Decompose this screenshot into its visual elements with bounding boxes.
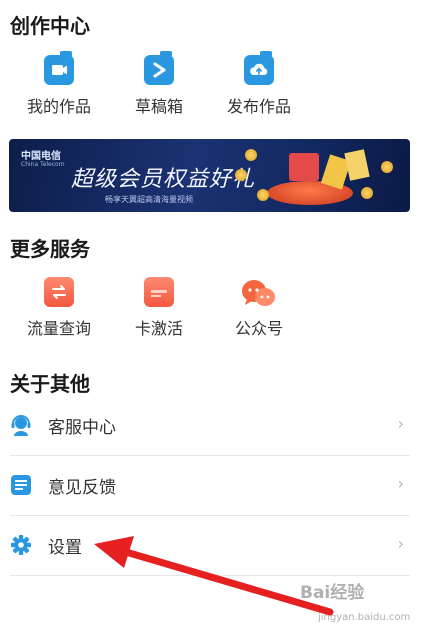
feedback-row[interactable]: 意见反馈 › [10,455,410,516]
my-works-button[interactable]: 我的作品 [9,51,109,117]
my-works-label: 我的作品 [26,97,91,116]
publish-works-button[interactable]: 发布作品 [209,51,309,117]
about-section-title: 关于其他 [10,372,90,396]
card-activate-label: 卡激活 [134,319,183,338]
baidu-watermark: Bai经验 [300,583,365,603]
coin-graphic [235,169,247,181]
customer-service-label: 客服中心 [48,418,116,438]
settings-label: 设置 [48,538,82,558]
ticket-graphic [344,149,370,181]
data-query-label: 流量查询 [26,319,91,338]
customer-service-row[interactable]: 客服中心 › [10,395,410,456]
upload-folder-icon [244,51,274,85]
promo-banner[interactable]: 中国电信 China Telecom 超级会员权益好礼 畅享天翼超高清海量视频 [9,139,410,212]
creation-section-title: 创作中心 [10,14,90,38]
banner-headline: 超级会员权益好礼 [71,167,256,192]
card-activate-button[interactable]: 卡激活 [109,277,209,339]
coin-graphic [361,187,373,199]
play-folder-icon [144,51,174,85]
official-account-button[interactable]: 公众号 [209,277,309,339]
feedback-label: 意见反馈 [48,478,116,498]
headset-icon [10,414,32,436]
drafts-label: 草稿箱 [134,97,183,116]
data-query-button[interactable]: 流量查询 [9,277,109,339]
banner-logo-sub: China Telecom [21,161,65,168]
drafts-button[interactable]: 草稿箱 [109,51,209,117]
official-account-label: 公众号 [234,319,283,338]
chat-bubbles-icon [239,277,279,311]
chevron-right-icon: › [397,414,404,433]
coin-graphic [381,161,393,173]
data-query-icon [44,277,74,307]
feedback-icon [10,474,32,496]
chevron-right-icon: › [397,534,404,553]
gift-box-graphic [289,153,319,181]
video-folder-icon [44,51,74,85]
baidu-watermark-url: jingyan.baidu.com [318,612,411,623]
gear-icon [10,534,32,556]
coin-graphic [245,149,257,161]
publish-works-label: 发布作品 [226,97,291,116]
services-section-title: 更多服务 [10,237,90,261]
card-activate-icon [144,277,174,307]
settings-row[interactable]: 设置 › [10,515,410,576]
coin-graphic [257,189,269,201]
banner-logo: 中国电信 [21,151,61,162]
chevron-right-icon: › [397,474,404,493]
banner-subtext: 畅享天翼超高清海量视频 [105,195,193,204]
